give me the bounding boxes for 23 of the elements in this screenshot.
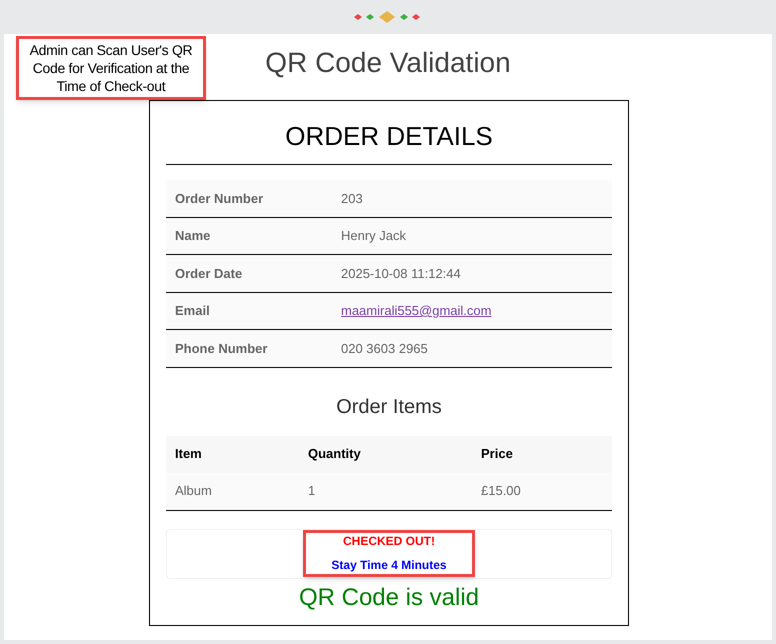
field-label: Order Number xyxy=(174,190,264,208)
page-title: QR Code Validation xyxy=(265,46,511,80)
column-header: Quantity xyxy=(307,445,362,464)
column-header: Price xyxy=(480,445,514,464)
annotation-callout: Admin can Scan User's QR Code for Verification at the Time of Check-out xyxy=(16,36,206,100)
checked-out-label: CHECKED OUT! xyxy=(343,533,435,550)
validity-message: QR Code is valid xyxy=(298,582,480,612)
card-heading: ORDER DETAILS xyxy=(166,101,612,165)
stay-time-label: Stay Time 4 Minutes xyxy=(331,557,447,574)
column-header: Item xyxy=(174,445,203,464)
field-value: 203 xyxy=(341,190,363,208)
field-value: 020 3603 2965 xyxy=(341,340,428,358)
field-label: Order Date xyxy=(174,264,244,282)
field-label: Name xyxy=(174,227,212,245)
table-cell-text: Album xyxy=(174,482,213,500)
table-cell-text: £15.00 xyxy=(480,482,522,500)
section-heading: Order Items xyxy=(335,394,443,420)
field-label: Email xyxy=(174,302,211,320)
table-cell-text: 1 xyxy=(307,482,316,500)
email-link[interactable]: maamirali555@gmail.com xyxy=(341,301,492,320)
field-value: 2025-10-08 11:12:44 xyxy=(341,264,461,282)
field-label: Phone Number xyxy=(174,340,268,358)
field-value: Henry Jack xyxy=(341,227,406,245)
